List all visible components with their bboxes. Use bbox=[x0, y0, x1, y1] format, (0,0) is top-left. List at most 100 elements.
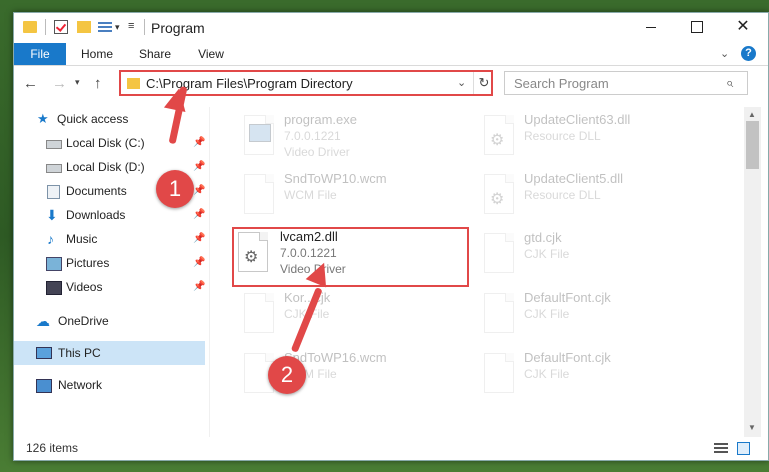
recent-locations-icon[interactable]: ▾ bbox=[75, 77, 80, 88]
tab-file[interactable]: File bbox=[14, 43, 66, 65]
scroll-down-icon[interactable]: ▼ bbox=[748, 423, 756, 432]
help-icon[interactable]: ? bbox=[741, 46, 756, 61]
sidebar-item-onedrive[interactable]: ☁ OneDrive bbox=[14, 309, 205, 333]
file-icon bbox=[484, 293, 514, 333]
search-icon[interactable]: ⌕ bbox=[726, 75, 733, 91]
tab-view[interactable]: View bbox=[189, 43, 233, 65]
file-item[interactable]: ⚙ UpdateClient63.dll Resource DLL bbox=[476, 109, 716, 165]
forward-arrow-icon[interactable]: → bbox=[52, 75, 67, 92]
details-view-icon[interactable] bbox=[714, 442, 728, 454]
minimize-icon bbox=[646, 26, 656, 28]
properties-check-icon[interactable] bbox=[54, 20, 68, 34]
file-item[interactable]: Kor...cjk CJK File bbox=[236, 287, 476, 343]
title-divider bbox=[144, 19, 145, 35]
sidebar-item-network[interactable]: Network bbox=[14, 373, 205, 397]
scrollbar-thumb[interactable] bbox=[746, 121, 759, 169]
file-name: Kor...cjk bbox=[284, 290, 331, 305]
exe-icon bbox=[244, 115, 274, 155]
file-type: Resource DLL bbox=[524, 188, 601, 202]
search-input[interactable]: Search Program ⌕ bbox=[504, 71, 748, 95]
ribbon-tabs: File Home Share View ⌄ ? bbox=[14, 43, 768, 66]
chevron-down-icon[interactable]: ▾ bbox=[115, 22, 120, 33]
status-bar: 126 items bbox=[14, 437, 768, 460]
pin-icon[interactable]: 📌 bbox=[193, 251, 205, 275]
explorer-window: ▾ ≡ Program ✕ File Home Share View ⌄ ? ←… bbox=[13, 12, 769, 461]
folder-icon bbox=[127, 78, 140, 89]
pictures-icon bbox=[46, 257, 62, 271]
tab-share[interactable]: Share bbox=[131, 43, 179, 65]
pin-icon[interactable]: 📌 bbox=[193, 179, 205, 203]
file-type: CJK File bbox=[524, 367, 570, 381]
view-options-icon[interactable] bbox=[98, 20, 112, 34]
tiles-view-icon[interactable] bbox=[737, 442, 750, 455]
refresh-icon[interactable]: ↻ bbox=[473, 72, 494, 94]
annotation-callout-2: 2 bbox=[268, 356, 306, 394]
close-button[interactable]: ✕ bbox=[720, 13, 766, 41]
pin-icon[interactable]: 📌 bbox=[193, 275, 205, 299]
downloads-icon: ⬇ bbox=[46, 207, 58, 223]
minimize-button[interactable] bbox=[628, 13, 674, 41]
new-folder-icon[interactable] bbox=[77, 21, 91, 33]
file-name: DefaultFont.cjk bbox=[524, 350, 611, 365]
file-name: UpdateClient5.dll bbox=[524, 171, 624, 186]
pane-divider[interactable] bbox=[209, 107, 210, 437]
file-name: program.exe bbox=[284, 112, 357, 127]
sidebar-item-label: Quick access bbox=[57, 112, 129, 126]
vertical-scrollbar[interactable]: ▲ ▼ bbox=[744, 107, 761, 437]
file-item[interactable]: gtd.cjk CJK File bbox=[476, 227, 716, 283]
documents-icon bbox=[47, 185, 60, 199]
pin-icon[interactable]: 📌 bbox=[193, 227, 205, 251]
disk-icon bbox=[46, 140, 62, 149]
file-icon bbox=[244, 293, 274, 333]
file-item[interactable]: SndToWP10.wcm WCM File bbox=[236, 168, 476, 224]
network-icon bbox=[36, 379, 52, 393]
navigation-pane: ★ Quick access Local Disk (C:) 📌 Local D… bbox=[14, 107, 209, 437]
quick-access-divider bbox=[45, 19, 46, 35]
sidebar-item-label: Documents bbox=[66, 184, 127, 198]
sidebar-item-label: OneDrive bbox=[58, 314, 109, 328]
folder-icon bbox=[23, 21, 37, 33]
item-count: 126 items bbox=[26, 441, 79, 455]
back-arrow-icon[interactable]: ← bbox=[23, 75, 38, 92]
tab-home[interactable]: Home bbox=[74, 43, 120, 65]
onedrive-icon: ☁ bbox=[36, 313, 50, 329]
window-title: Program bbox=[151, 20, 205, 36]
maximize-icon bbox=[691, 21, 703, 34]
search-placeholder[interactable]: Search Program bbox=[514, 76, 609, 91]
file-item[interactable]: DefaultFont.cjk CJK File bbox=[476, 347, 716, 403]
file-name: gtd.cjk bbox=[524, 230, 562, 245]
chevron-down-icon[interactable]: ⌄ bbox=[457, 76, 466, 89]
music-icon: ♪ bbox=[47, 231, 54, 247]
file-item[interactable]: program.exe 7.0.0.1221 Video Driver bbox=[236, 109, 476, 165]
file-name: DefaultFont.cjk bbox=[524, 290, 611, 305]
sidebar-item-this-pc[interactable]: This PC bbox=[14, 341, 205, 365]
file-version: 7.0.0.1221 bbox=[280, 246, 337, 260]
dll-icon: ⚙ bbox=[484, 115, 514, 155]
annotation-callout-1: 1 bbox=[156, 170, 194, 208]
pin-icon[interactable]: 📌 bbox=[193, 155, 205, 179]
file-name: UpdateClient63.dll bbox=[524, 112, 631, 127]
file-item[interactable]: DefaultFont.cjk CJK File bbox=[476, 287, 716, 343]
maximize-button[interactable] bbox=[674, 13, 720, 41]
sidebar-item-label: Local Disk (D:) bbox=[66, 160, 145, 174]
file-item-selected[interactable]: ⚙ lvcam2.dll 7.0.0.1221 Video Driver bbox=[232, 227, 469, 287]
sidebar-item-music[interactable]: ♪ Music 📌 bbox=[14, 227, 205, 251]
file-icon bbox=[484, 233, 514, 273]
sidebar-item-label: Local Disk (C:) bbox=[66, 136, 145, 150]
customize-toolbar-icon[interactable]: ≡ bbox=[128, 20, 134, 32]
file-type: WCM File bbox=[284, 188, 337, 202]
sidebar-item-pictures[interactable]: Pictures 📌 bbox=[14, 251, 205, 275]
expand-ribbon-icon[interactable]: ⌄ bbox=[720, 47, 729, 60]
pin-icon[interactable]: 📌 bbox=[193, 203, 205, 227]
file-item[interactable]: ⚙ UpdateClient5.dll Resource DLL bbox=[476, 168, 716, 224]
sidebar-item-label: Downloads bbox=[66, 208, 126, 222]
sidebar-item-label: This PC bbox=[58, 346, 101, 360]
scroll-up-icon[interactable]: ▲ bbox=[748, 110, 756, 119]
sidebar-item-label: Music bbox=[66, 232, 98, 246]
sidebar-item-videos[interactable]: Videos 📌 bbox=[14, 275, 205, 299]
sidebar-item-label: Videos bbox=[66, 280, 103, 294]
annotation-arrow-head-1 bbox=[163, 85, 191, 113]
file-type: CJK File bbox=[524, 247, 570, 261]
up-arrow-icon[interactable]: ↑ bbox=[94, 75, 102, 92]
pin-icon[interactable]: 📌 bbox=[193, 131, 205, 155]
